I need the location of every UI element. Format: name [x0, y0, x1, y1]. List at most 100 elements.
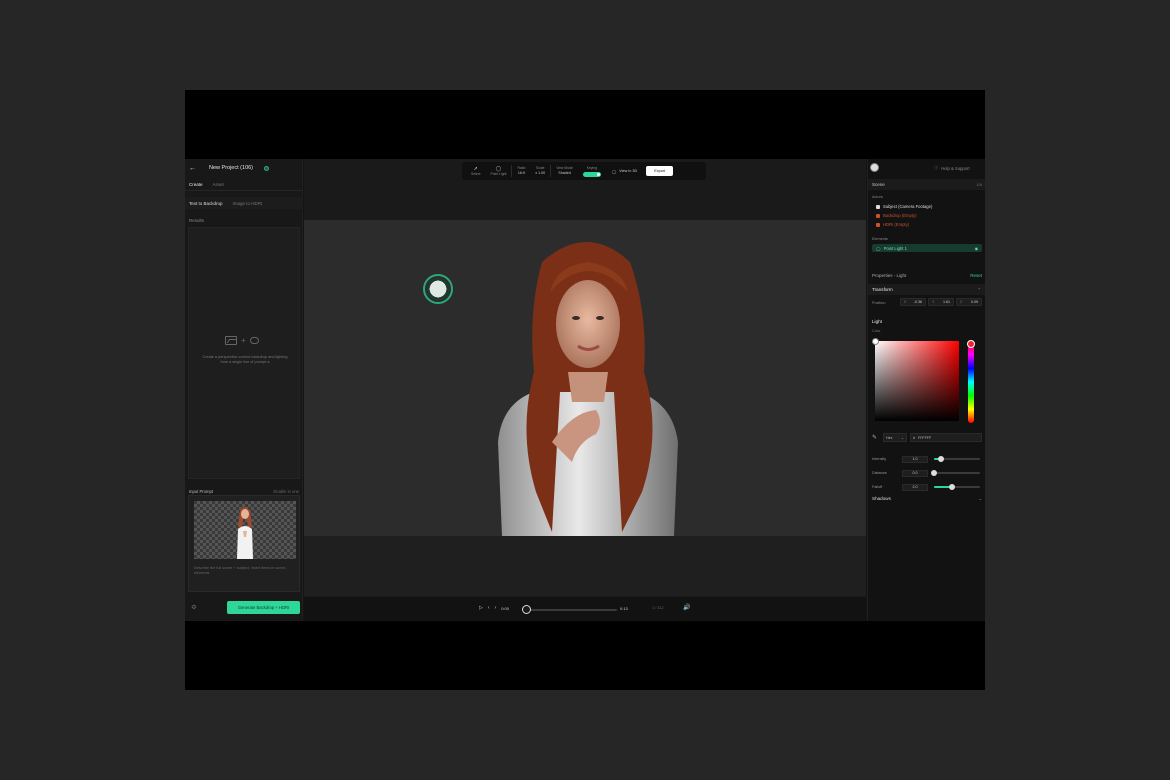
film-icon [876, 204, 880, 209]
export-button[interactable]: Export [646, 166, 674, 176]
hue-slider-handle[interactable] [967, 340, 975, 348]
color-mode-value: Hex [886, 435, 893, 440]
avatar[interactable] [870, 163, 879, 172]
prompt-card: Describe the full scene + subject, inser… [188, 495, 300, 592]
image-icon [876, 213, 880, 218]
input-image-thumbnail[interactable] [194, 501, 296, 559]
bulb-icon: ◯ [876, 245, 881, 251]
chevron-up-icon: ⌃ [977, 287, 981, 292]
tab-asset[interactable]: Asset [213, 182, 224, 187]
light-icon [249, 337, 259, 344]
tree-item-hdri[interactable]: HDRI (Empty) [876, 222, 909, 227]
generate-backdrop-button[interactable]: Generate Backdrop + HDRI [227, 601, 300, 614]
falloff-label: Falloff [872, 485, 883, 489]
intensity-slider[interactable] [934, 456, 980, 462]
keying-control: Keying [578, 162, 606, 180]
distance-label: Distance [872, 471, 887, 475]
help-support-link[interactable]: ⓘ Help & Support [934, 165, 970, 171]
keying-toggle[interactable] [582, 171, 601, 177]
properties-header: Properties - Light Reset [872, 273, 982, 278]
chevron-down-icon: ⌄ [978, 496, 982, 501]
project-title: New Project (106) [209, 165, 254, 171]
distance-slider-handle[interactable] [931, 470, 937, 476]
results-label: Results [189, 218, 205, 223]
prompt-input[interactable]: Describe the full scene + subject, inser… [194, 566, 294, 576]
play-icon[interactable]: ▷ [479, 605, 483, 611]
color-picker-handle[interactable] [872, 338, 879, 345]
reset-button[interactable]: Reset [970, 273, 982, 278]
position-x-field[interactable]: X -0.36 [900, 298, 926, 306]
hdri-label: HDRI (Empty) [883, 222, 910, 227]
render-canvas[interactable] [304, 220, 866, 536]
select-tool-label: Select [471, 171, 481, 176]
shadows-section-header[interactable]: Shadows ⌄ [872, 496, 982, 501]
point-light-tool[interactable]: ◯ Point Light [485, 162, 511, 180]
eyedropper-icon[interactable]: ✎ [872, 434, 880, 441]
tree-item-subject[interactable]: Subject (Camera Footage) [876, 204, 932, 209]
intensity-value[interactable]: 1.0 [902, 455, 928, 463]
arrow-left-icon[interactable]: ← [189, 165, 196, 172]
falloff-value[interactable]: 2.0 [902, 483, 928, 491]
point-light-item-label: Point Light 1 [883, 245, 907, 251]
point-light-gizmo[interactable] [423, 274, 453, 304]
help-label: Help & Support [941, 165, 970, 171]
position-y-axis: Y [932, 300, 935, 304]
results-panel: + Create a perspective-correct backdrop … [188, 227, 300, 479]
hue-slider[interactable] [968, 341, 974, 423]
color-label: Color [872, 329, 881, 333]
timeline-scrubber-track[interactable] [527, 609, 617, 611]
plus-icon: + [241, 336, 246, 345]
viewport-toolbar: ➚ Select ◯ Point Light Ratio 16:9 Scale … [462, 162, 706, 180]
position-y-value: 1.61 [943, 300, 950, 304]
position-y-field[interactable]: Y 1.61 [928, 298, 954, 306]
step-back-icon[interactable]: ‹ [488, 605, 490, 611]
frame-start: 1 [652, 606, 655, 610]
intensity-label: Intensity [872, 457, 887, 461]
distance-slider[interactable] [931, 470, 980, 476]
input-prompt-hint[interactable]: Enable in one [273, 489, 299, 494]
scale-control[interactable]: Scale x 1.00 [530, 162, 550, 180]
distance-value[interactable]: 0.0 [902, 469, 928, 477]
select-tool[interactable]: ➚ Select [466, 162, 485, 180]
transform-section-header[interactable]: Transform ⌃ [868, 284, 985, 295]
falloff-slider-handle[interactable] [949, 484, 956, 490]
sliders-icon[interactable]: ≎ [191, 603, 197, 611]
step-forward-icon[interactable]: › [495, 605, 497, 611]
timeline-scrubber-handle[interactable] [522, 605, 531, 614]
volume-icon[interactable]: 🔊 [683, 604, 690, 611]
tab-create[interactable]: Create [189, 182, 203, 187]
position-z-value: 0.09 [971, 300, 978, 304]
color-mode-select[interactable]: Hex ⌄ [883, 433, 907, 442]
status-dot-icon [264, 165, 270, 171]
tree-item-backdrop[interactable]: Backdrop (Empty) [876, 213, 917, 218]
scene-section-header[interactable]: Scene 1/0 [868, 179, 985, 190]
hex-input[interactable]: # FFFFFF [910, 433, 982, 442]
properties-label: Properties - Light [872, 273, 907, 278]
playback-controls: ▷ ‹ › 0:00 [479, 605, 509, 611]
shadows-label: Shadows [872, 496, 891, 501]
timeline-bar: ▷ ‹ › 0:00 0:13 1 / 312 🔊 [304, 597, 866, 621]
scale-value: x 1.00 [535, 171, 546, 175]
mode-image-to-hdri[interactable]: Image to HDRI [233, 201, 263, 206]
falloff-slider[interactable] [934, 484, 980, 490]
view-in-3d-button[interactable]: ◯ View in 3D [606, 169, 643, 174]
results-placeholder-text: Create a perspective-correct backdrop an… [202, 355, 288, 364]
view-mode-select[interactable]: View Mode Shaded [551, 162, 578, 180]
right-panel-header: ⓘ Help & Support [868, 159, 985, 177]
position-z-axis: Z [960, 300, 963, 304]
input-prompt-label: Input Prompt [189, 489, 213, 494]
transform-label: Transform [872, 287, 893, 292]
view-in-3d-label: View in 3D [619, 169, 638, 173]
visibility-icon[interactable]: ◉ [975, 246, 978, 251]
hex-value: FFFFFF [918, 435, 932, 440]
ratio-control[interactable]: Ratio 16:9 [512, 162, 530, 180]
help-icon: ⓘ [934, 165, 939, 170]
elements-label: Elements [872, 237, 888, 241]
mode-text-to-backdrop[interactable]: Text to Backdrop [189, 201, 223, 206]
color-saturation-picker[interactable] [875, 341, 959, 421]
backdrop-label: Backdrop (Empty) [883, 213, 917, 218]
intensity-slider-handle[interactable] [937, 456, 944, 462]
position-z-field[interactable]: Z 0.09 [956, 298, 982, 306]
tree-item-point-light[interactable]: ◯ Point Light 1 ◉ [872, 244, 982, 252]
position-label: Position [872, 301, 886, 305]
